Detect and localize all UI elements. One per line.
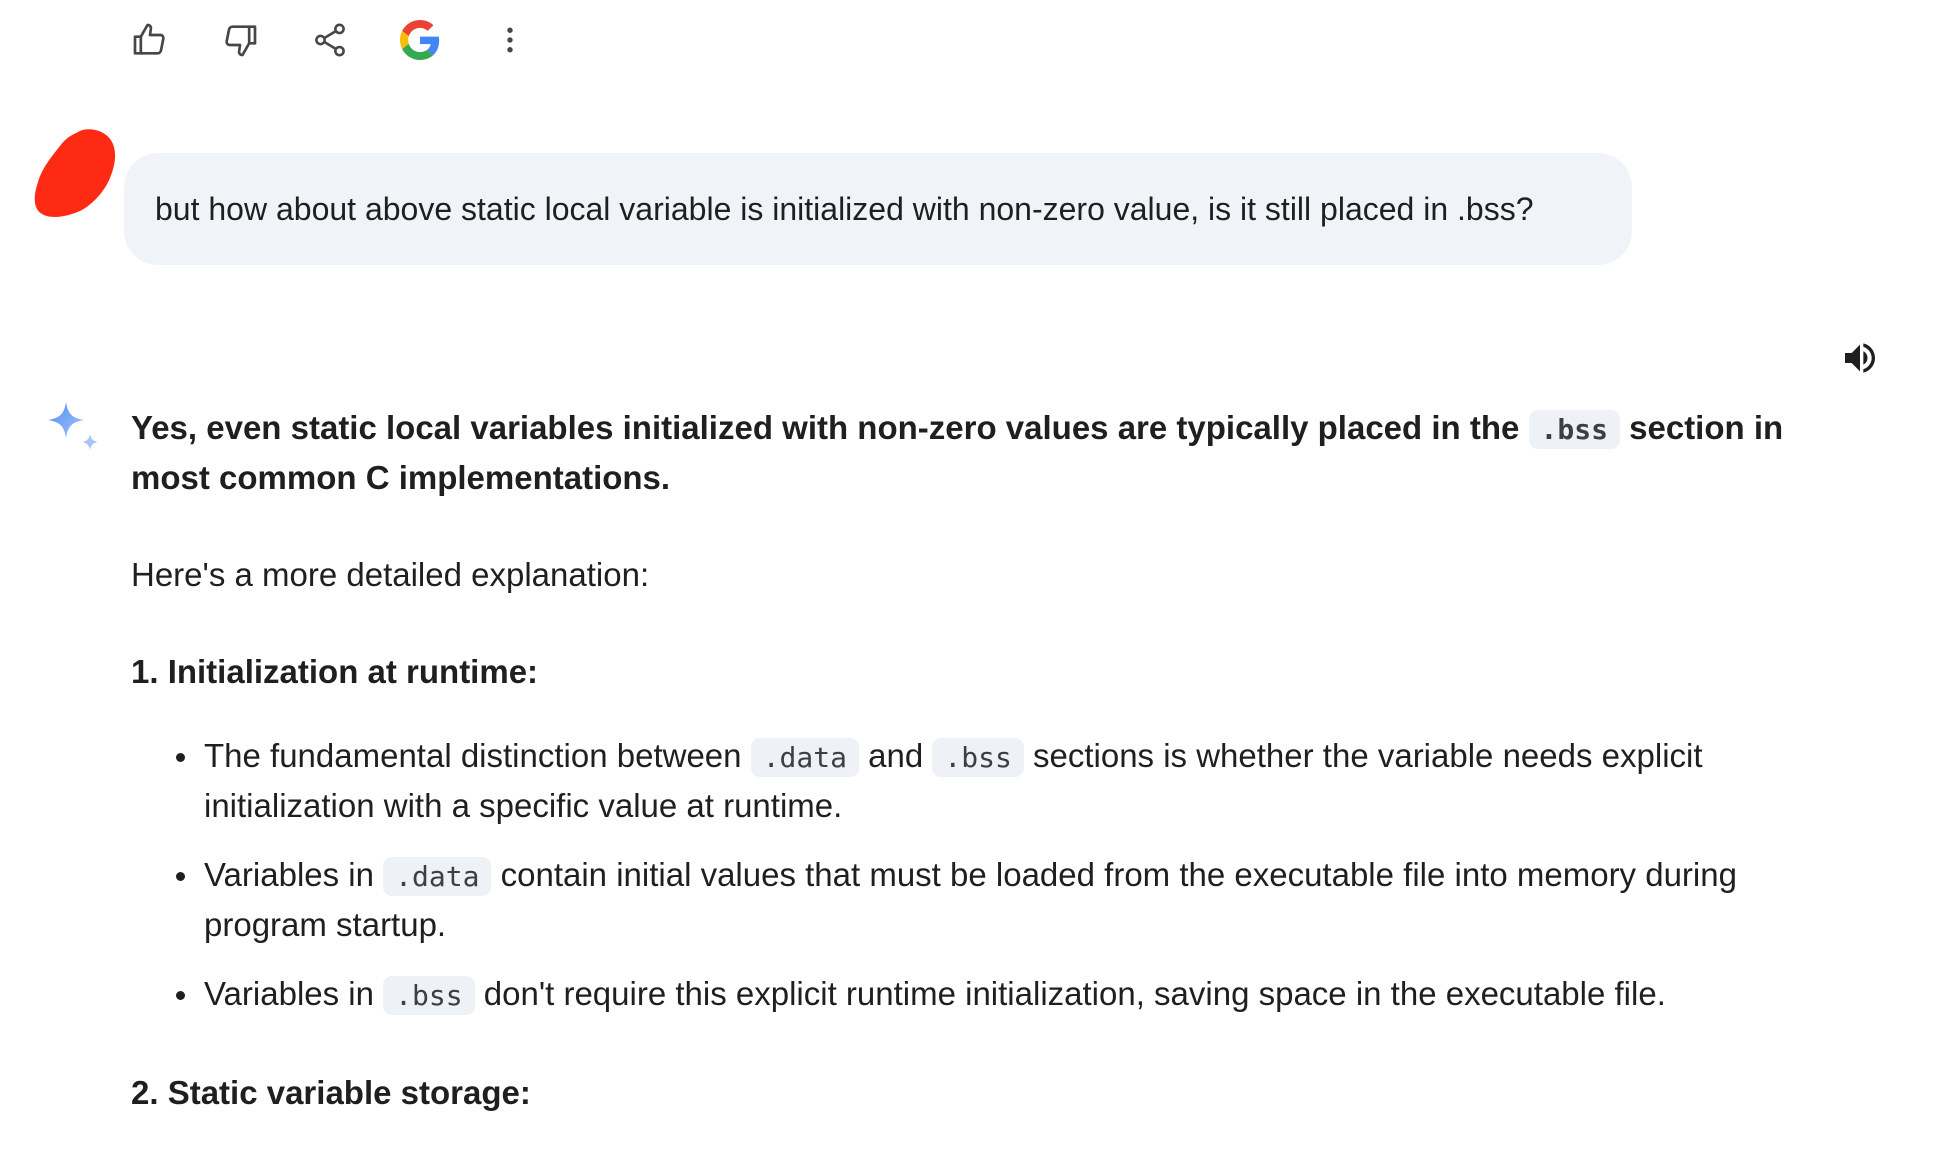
thumbs-up-icon (133, 23, 165, 55)
read-aloud-button[interactable] (1836, 334, 1884, 382)
user-prompt-text: but how about above static local variabl… (155, 190, 1534, 227)
google-icon (400, 20, 440, 60)
share-icon (315, 23, 345, 57)
more-vert-icon (507, 27, 513, 53)
thumbs-down-button[interactable] (218, 18, 262, 62)
bullet-text: don't require this explicit runtime init… (474, 975, 1666, 1012)
list-item: Variables in .data contain initial value… (176, 851, 1831, 949)
user-avatar (30, 126, 126, 222)
speaker-icon (1845, 343, 1875, 373)
response-body: Yes, even static local variables initial… (131, 404, 1831, 1117)
bullet-list: The fundamental distinction between .dat… (131, 732, 1831, 1020)
response-intro: Here's a more detailed explanation: (131, 556, 650, 593)
lead-text-1: Yes, even static local variables initial… (131, 409, 1529, 446)
gemini-spark-icon (44, 398, 104, 458)
response-actions-toolbar (128, 18, 532, 62)
bullet-text: and (858, 737, 933, 774)
section-heading: 2. Static variable storage: (131, 1074, 531, 1111)
share-button[interactable] (308, 18, 352, 62)
inline-code: .bss (932, 738, 1024, 777)
inline-code: .bss (1528, 410, 1620, 449)
list-item: Variables in .bss don't require this exp… (176, 970, 1831, 1020)
more-options-button[interactable] (488, 18, 532, 62)
inline-code: .data (750, 738, 859, 777)
thumbs-down-icon (225, 25, 257, 57)
section-heading: 1. Initialization at runtime: (131, 653, 539, 690)
bullet-text: The fundamental distinction between (204, 737, 751, 774)
google-search-button[interactable] (398, 18, 442, 62)
bullet-text: Variables in (204, 856, 384, 893)
inline-code: .data (383, 857, 492, 896)
response-lead: Yes, even static local variables initial… (131, 404, 1831, 502)
list-item: The fundamental distinction between .dat… (176, 732, 1831, 830)
user-prompt-bubble: but how about above static local variabl… (124, 153, 1632, 265)
thumbs-up-button[interactable] (128, 18, 172, 62)
inline-code: .bss (383, 976, 475, 1015)
bullet-text: Variables in (204, 975, 384, 1012)
redacted-avatar-scribble (34, 129, 116, 217)
